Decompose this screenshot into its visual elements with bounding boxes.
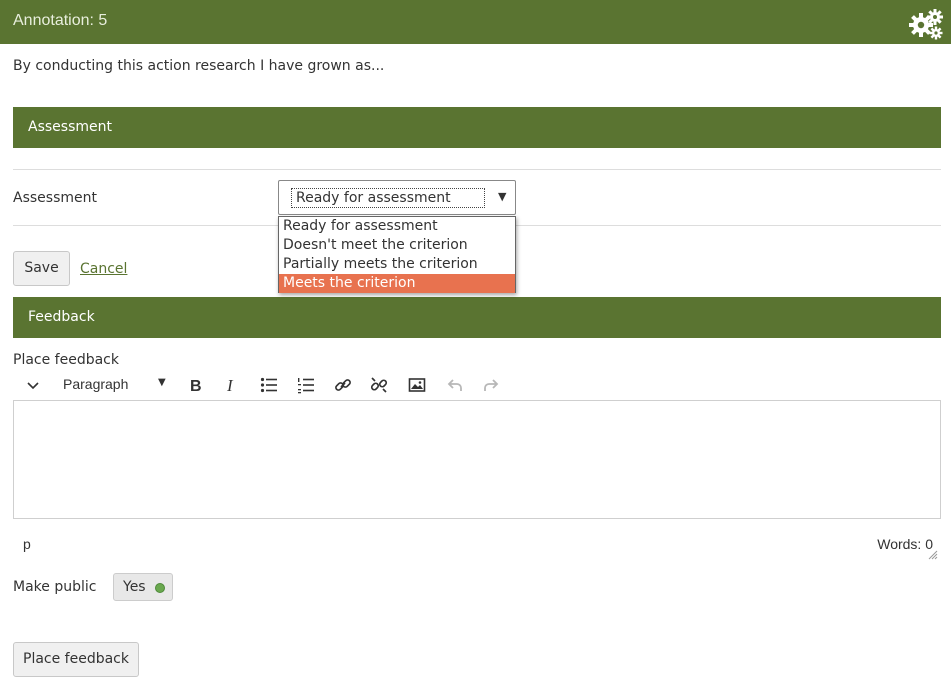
- divider: [13, 169, 941, 170]
- cancel-link[interactable]: Cancel: [80, 261, 127, 277]
- option-partially-meets[interactable]: Partially meets the criterion: [279, 255, 515, 274]
- collapse-toolbar-icon[interactable]: [22, 374, 44, 396]
- annotation-text: By conducting this action research I hav…: [13, 58, 385, 74]
- assessment-options-list: Ready for assessment Doesn't meet the cr…: [278, 216, 516, 293]
- image-icon[interactable]: [406, 374, 428, 396]
- save-button[interactable]: Save: [13, 251, 70, 286]
- svg-text:I: I: [226, 376, 234, 394]
- block-format-select[interactable]: Paragraph: [63, 376, 128, 392]
- assessment-section-header: Assessment: [13, 107, 941, 148]
- annotation-title: Annotation: 5: [13, 12, 108, 29]
- word-count: Words: 0: [877, 536, 933, 552]
- assessment-selected-value: Ready for assessment: [291, 188, 485, 208]
- assessment-select[interactable]: Ready for assessment ▼: [278, 180, 516, 215]
- redo-icon[interactable]: [480, 374, 502, 396]
- annotation-header: Annotation: 5: [0, 0, 951, 44]
- dropdown-arrow-icon: ▼: [498, 190, 507, 203]
- gears-icon[interactable]: [908, 8, 944, 40]
- option-doesnt-meet[interactable]: Doesn't meet the criterion: [279, 236, 515, 255]
- svg-text:B: B: [190, 378, 202, 394]
- toggle-value: Yes: [123, 579, 146, 595]
- editor-toolbar: Paragraph ▼ B I: [13, 372, 941, 398]
- numbered-list-icon[interactable]: [295, 374, 317, 396]
- bold-icon[interactable]: B: [184, 374, 206, 396]
- bullet-list-icon[interactable]: [258, 374, 280, 396]
- feedback-section-header: Feedback: [13, 297, 941, 338]
- toggle-on-indicator-icon: [155, 583, 165, 593]
- unlink-icon[interactable]: [368, 374, 390, 396]
- link-icon[interactable]: [332, 374, 354, 396]
- undo-icon[interactable]: [444, 374, 466, 396]
- editor-element-path: p: [23, 536, 31, 552]
- italic-icon[interactable]: I: [220, 374, 242, 396]
- make-public-label: Make public: [13, 579, 97, 595]
- place-feedback-label: Place feedback: [13, 352, 119, 368]
- resize-handle-icon[interactable]: [928, 548, 938, 560]
- option-meets[interactable]: Meets the criterion: [279, 274, 515, 293]
- make-public-toggle[interactable]: Yes: [113, 573, 173, 601]
- option-ready-for-assessment[interactable]: Ready for assessment: [279, 217, 515, 236]
- place-feedback-button[interactable]: Place feedback: [13, 642, 139, 677]
- assessment-field-label: Assessment: [13, 190, 97, 206]
- block-format-caret-icon: ▼: [158, 377, 166, 388]
- feedback-editor[interactable]: [13, 400, 941, 519]
